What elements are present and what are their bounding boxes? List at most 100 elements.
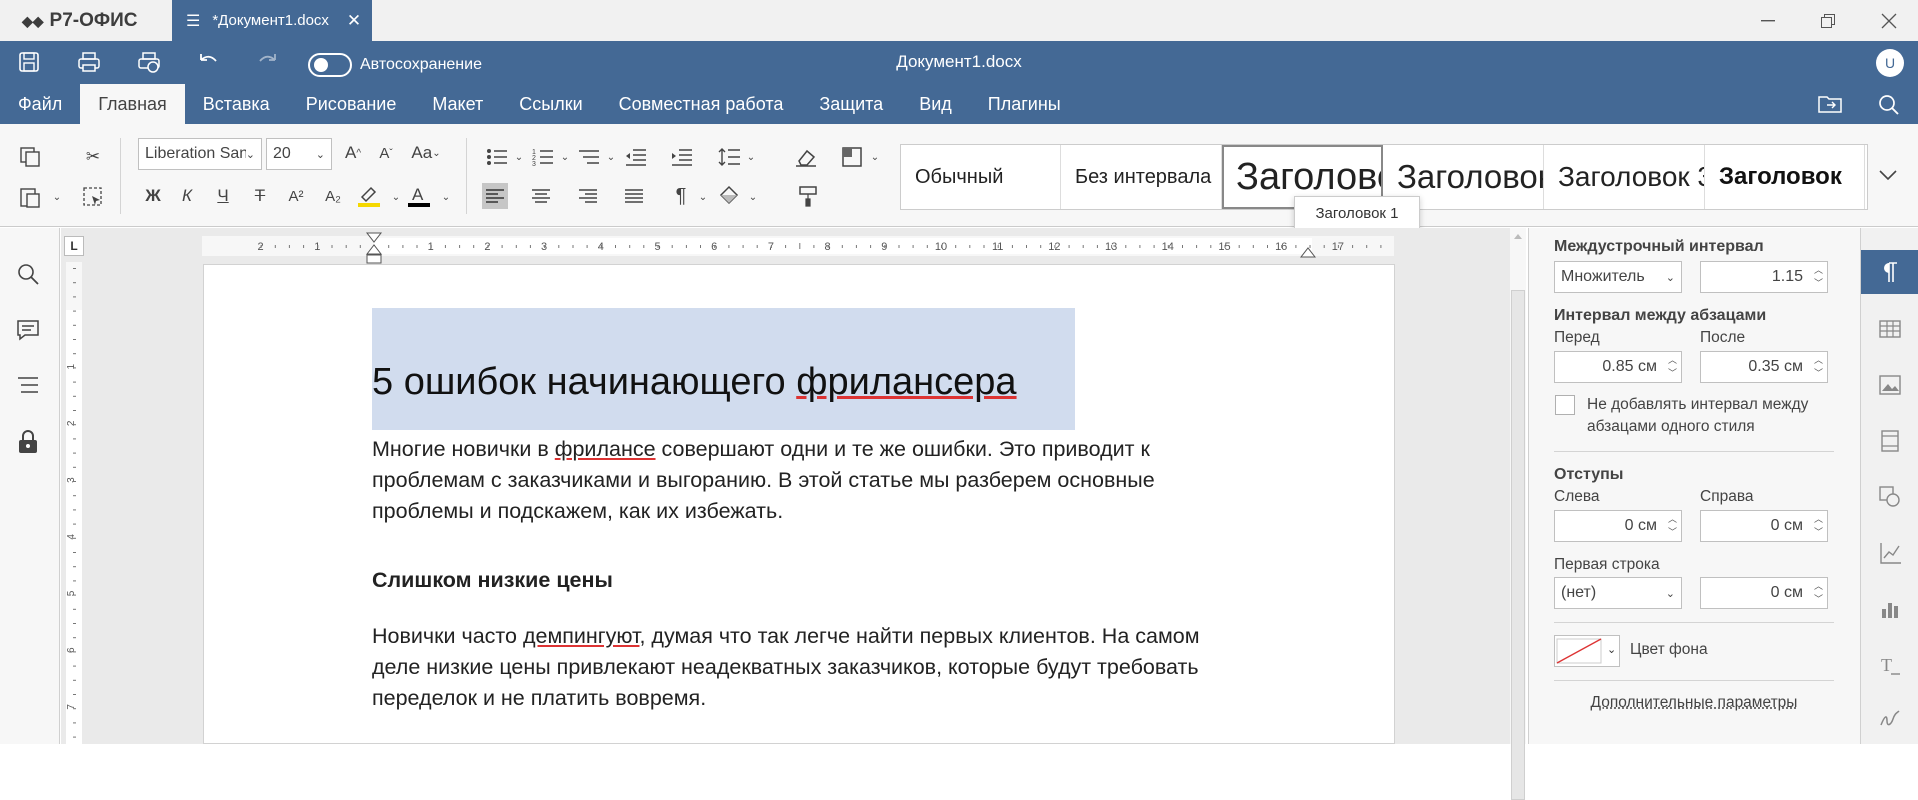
chevron-down-icon[interactable]: ⌄ — [738, 144, 764, 170]
spacing-before-input[interactable]: 0.85 см ︿ ﹀ — [1554, 351, 1682, 383]
signature-icon[interactable] — [1861, 696, 1918, 740]
spinner-icon[interactable]: ︿ ﹀ — [1814, 264, 1823, 290]
first-line-value-input[interactable]: 0 см ︿ ﹀ — [1700, 577, 1828, 609]
style-no-spacing[interactable]: Без интервала — [1061, 145, 1222, 209]
chevron-down-icon[interactable]: ⌄ — [506, 144, 532, 170]
first-line-type-select[interactable]: (нет) ⌄ — [1554, 577, 1682, 609]
align-left-button[interactable] — [482, 183, 508, 209]
lock-icon[interactable] — [18, 430, 38, 454]
chart-settings-icon[interactable] — [1861, 531, 1918, 575]
paste-icon[interactable] — [17, 184, 43, 210]
decrease-indent-icon[interactable] — [623, 144, 649, 170]
select-all-icon[interactable] — [80, 184, 106, 210]
paragraph-2-line-2[interactable]: деле низкие цены привлекают неадекватных… — [372, 651, 1332, 683]
document-tab[interactable]: ☰ *Документ1.docx ✕ — [172, 0, 372, 41]
spinner-icon[interactable]: ︿ ﹀ — [1668, 513, 1677, 539]
style-title[interactable]: Заголовок — [1705, 145, 1865, 209]
right-indent-input[interactable]: 0 см ︿ ﹀ — [1700, 510, 1828, 542]
menu-view[interactable]: Вид — [901, 84, 970, 124]
right-indent-marker-icon[interactable] — [1300, 246, 1316, 258]
shape-settings-icon[interactable] — [1861, 475, 1918, 519]
shading-icon[interactable] — [716, 183, 742, 209]
paragraph-2-line-3[interactable]: переделок и не платить вовремя. — [372, 682, 1332, 714]
spinner-icon[interactable]: ︿ ﹀ — [1814, 513, 1823, 539]
subheading[interactable]: Слишком низкие цены — [372, 564, 1332, 596]
chevron-down-icon[interactable]: ⌄ — [598, 144, 624, 170]
background-color-picker[interactable]: ⌄ — [1554, 635, 1620, 667]
menu-insert[interactable]: Вставка — [185, 84, 288, 124]
justify-button[interactable] — [621, 183, 647, 209]
spinner-icon[interactable]: ︿ ﹀ — [1668, 354, 1677, 380]
minimize-icon[interactable] — [1755, 8, 1781, 34]
line-spacing-type-select[interactable]: Множитель ⌄ — [1554, 261, 1682, 293]
superscript-button[interactable]: A² — [283, 183, 309, 209]
spinner-icon[interactable]: ︿ ﹀ — [1814, 580, 1823, 606]
header-footer-icon[interactable] — [1861, 419, 1918, 463]
line-spacing-value-input[interactable]: 1.15 ︿ ﹀ — [1700, 261, 1828, 293]
tab-stop-selector[interactable]: L — [64, 236, 84, 256]
comments-icon[interactable] — [16, 318, 40, 342]
underline-button[interactable]: Ч — [210, 183, 236, 209]
bold-button[interactable]: Ж — [140, 183, 166, 209]
chevron-down-icon[interactable]: ⌄ — [552, 144, 578, 170]
search-icon[interactable] — [16, 262, 40, 286]
align-right-button[interactable] — [575, 183, 601, 209]
menu-collaboration[interactable]: Совместная работа — [601, 84, 802, 124]
chevron-down-icon[interactable]: ⌄ — [690, 184, 716, 210]
paragraph-1-line-3[interactable]: проблемы и подскажем, как их избежать. — [372, 495, 1332, 527]
subscript-button[interactable]: A₂ — [320, 183, 346, 209]
font-size-select[interactable]: 20 ⌄ — [266, 138, 332, 170]
text-art-icon[interactable]: T — [1861, 643, 1918, 687]
hamburger-icon[interactable]: ☰ — [186, 11, 200, 31]
navigation-icon[interactable] — [17, 375, 39, 395]
restore-icon[interactable] — [1815, 8, 1841, 34]
paste-dropdown-chevron-icon[interactable]: ⌄ — [44, 184, 70, 210]
menu-draw[interactable]: Рисование — [288, 84, 415, 124]
style-normal[interactable]: Обычный — [901, 145, 1061, 209]
left-indent-input[interactable]: 0 см ︿ ﹀ — [1554, 510, 1682, 542]
advanced-settings-link[interactable]: Дополнительные параметры — [1529, 694, 1859, 712]
clear-format-icon[interactable] — [793, 144, 819, 170]
menu-plugins[interactable]: Плагины — [970, 84, 1079, 124]
strikethrough-button[interactable]: Т — [247, 183, 273, 209]
increase-font-icon[interactable]: A ^ — [340, 140, 366, 166]
menu-home[interactable]: Главная — [80, 84, 185, 124]
vertical-ruler[interactable]: 1234567 — [64, 262, 84, 744]
style-heading-3[interactable]: Заголовок 3 — [1544, 145, 1705, 209]
paragraph-settings-icon[interactable] — [1861, 250, 1918, 294]
paragraph-2-line-1[interactable]: Новички часто демпингуют, думая что так … — [372, 620, 1332, 652]
image-settings-icon[interactable] — [1861, 363, 1918, 407]
scroll-up-icon[interactable] — [1513, 232, 1523, 240]
menu-references[interactable]: Ссылки — [501, 84, 600, 124]
highlight-icon[interactable] — [356, 182, 382, 208]
close-tab-icon[interactable]: ✕ — [347, 11, 361, 31]
indent-marker-icon[interactable] — [364, 232, 384, 266]
document-heading[interactable]: 5 ошибок начинающего фрилансера — [372, 357, 1332, 407]
format-painter-icon[interactable] — [795, 183, 821, 209]
font-color-chevron-icon[interactable]: ⌄ — [433, 184, 459, 210]
chevron-down-icon[interactable]: ⌄ — [862, 144, 888, 170]
paragraph-1-line-1[interactable]: Многие новички в фрилансе совершают одни… — [372, 433, 1332, 465]
paragraph-1-line-2[interactable]: проблемам с заказчиками и выгоранию. В э… — [372, 464, 1332, 496]
search-icon[interactable] — [1878, 94, 1902, 118]
cut-icon[interactable]: ✂ — [80, 144, 106, 170]
avatar[interactable]: U — [1876, 49, 1904, 77]
vertical-scrollbar[interactable] — [1510, 228, 1526, 744]
spacing-after-input[interactable]: 0.35 см ︿ ﹀ — [1700, 351, 1828, 383]
menu-layout[interactable]: Макет — [414, 84, 501, 124]
table-settings-icon[interactable] — [1861, 307, 1918, 351]
copy-icon[interactable] — [17, 144, 43, 170]
font-name-select[interactable]: Liberation Sans ⌄ — [138, 138, 262, 170]
increase-indent-icon[interactable] — [669, 144, 695, 170]
align-center-button[interactable] — [528, 183, 554, 209]
close-window-icon[interactable] — [1876, 8, 1902, 34]
font-color-icon[interactable]: A — [406, 182, 432, 208]
italic-button[interactable]: К — [174, 183, 200, 209]
scrollbar-thumb[interactable] — [1511, 290, 1525, 800]
menu-file[interactable]: Файл — [0, 84, 80, 124]
spinner-icon[interactable]: ︿ ﹀ — [1814, 354, 1823, 380]
decrease-font-icon[interactable]: Aˇ — [373, 140, 399, 166]
change-case-button[interactable]: Aa ⌄ — [406, 140, 446, 166]
bar-chart-icon[interactable] — [1861, 587, 1918, 631]
no-spacing-checkbox[interactable] — [1555, 395, 1575, 415]
